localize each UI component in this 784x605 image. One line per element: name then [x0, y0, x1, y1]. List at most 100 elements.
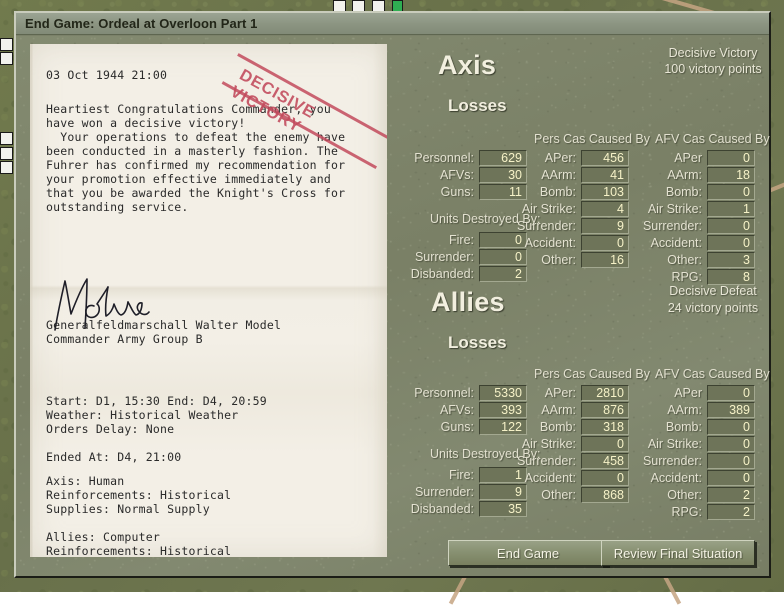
row-value[interactable]: 2 — [707, 504, 755, 520]
row-value[interactable]: 318 — [581, 419, 629, 435]
dialog-body: 03 Oct 1944 21:00 Heartiest Congratulati… — [16, 36, 769, 576]
table-row: AArm: 389 — [634, 401, 755, 418]
row-value[interactable]: 0 — [707, 385, 755, 401]
row-label: Air Strike: — [634, 202, 707, 216]
row-value[interactable]: 18 — [707, 167, 755, 183]
map-unit-chit — [0, 161, 13, 174]
table-row: Accident: 0 — [513, 234, 629, 251]
row-label: AArm: — [513, 403, 581, 417]
row-value[interactable]: 0 — [707, 419, 755, 435]
letter-scenario-params: Start: D1, 15:30 End: D4, 20:59 Weather:… — [46, 394, 267, 464]
row-label: AFVs: — [406, 168, 479, 182]
row-value[interactable]: 41 — [581, 167, 629, 183]
table-row: Disbanded: 2 — [406, 265, 527, 282]
row-value[interactable]: 0 — [581, 436, 629, 452]
table-row: Guns: 11 — [406, 183, 527, 200]
row-label: Other: — [513, 253, 581, 267]
row-label: Disbanded: — [406, 502, 479, 516]
row-label: RPG: — [634, 505, 707, 519]
row-label: Air Strike: — [513, 202, 581, 216]
row-label: Disbanded: — [406, 267, 479, 281]
row-label: Air Strike: — [634, 437, 707, 451]
row-value[interactable]: 458 — [581, 453, 629, 469]
end-game-dialog: End Game: Ordeal at Overloon Part 1 03 O… — [14, 11, 771, 578]
row-value[interactable]: 876 — [581, 402, 629, 418]
axis-heading: Axis — [438, 50, 496, 81]
map-unit-chit — [0, 38, 13, 51]
table-row: Other: 868 — [513, 486, 629, 503]
table-row: Bomb: 103 — [513, 183, 629, 200]
table-row: Other: 3 — [634, 251, 755, 268]
table-row: Accident: 0 — [634, 234, 755, 251]
letter-side-settings: Axis: Human Reinforcements: Historical S… — [46, 474, 231, 557]
row-value[interactable]: 103 — [581, 184, 629, 200]
signature-title: Commander Army Group B — [46, 332, 203, 346]
row-label: AArm: — [513, 168, 581, 182]
row-label: Guns: — [406, 420, 479, 434]
row-value[interactable]: 2 — [707, 487, 755, 503]
axis-verdict: Decisive Victory — [638, 46, 784, 60]
row-label: AArm: — [634, 403, 707, 417]
row-value[interactable]: 0 — [707, 184, 755, 200]
table-row: Air Strike: 4 — [513, 200, 629, 217]
table-row: Other: 16 — [513, 251, 629, 268]
table-row: Air Strike: 0 — [634, 435, 755, 452]
table-row: Personnel: 5330 — [406, 384, 527, 401]
row-label: APer: — [513, 151, 581, 165]
review-final-situation-button[interactable]: Review Final Situation — [601, 540, 755, 566]
allies-victory-points: 24 victory points — [638, 301, 784, 315]
row-label: Surrender: — [406, 250, 479, 264]
table-row: Accident: 0 — [513, 469, 629, 486]
row-value[interactable]: 0 — [707, 453, 755, 469]
row-value[interactable]: 456 — [581, 150, 629, 166]
row-value[interactable]: 0 — [707, 218, 755, 234]
row-value[interactable]: 389 — [707, 402, 755, 418]
row-value[interactable]: 4 — [581, 201, 629, 217]
row-value[interactable]: 0 — [707, 235, 755, 251]
row-label: Accident: — [634, 471, 707, 485]
row-value[interactable]: 3 — [707, 252, 755, 268]
row-label: Air Strike: — [513, 437, 581, 451]
row-value[interactable]: 9 — [581, 218, 629, 234]
row-label: Other: — [634, 253, 707, 267]
row-value[interactable]: 0 — [707, 436, 755, 452]
letter-body-text: Heartiest Congratulations Commander, you… — [46, 102, 345, 214]
row-value[interactable]: 1 — [707, 201, 755, 217]
table-row: APer: 2810 — [513, 384, 629, 401]
table-row: AArm: 41 — [513, 166, 629, 183]
table-row: RPG: 2 — [634, 503, 755, 520]
row-value[interactable]: 0 — [707, 150, 755, 166]
row-value[interactable]: 0 — [581, 235, 629, 251]
end-game-button[interactable]: End Game — [448, 540, 608, 566]
row-label: Personnel: — [406, 386, 479, 400]
row-label: AArm: — [634, 168, 707, 182]
allies-losses-heading: Losses — [448, 333, 507, 353]
table-row: APer: 456 — [513, 149, 629, 166]
table-row: Surrender: 9 — [406, 483, 527, 500]
row-value[interactable]: 2810 — [581, 385, 629, 401]
table-row: Disbanded: 35 — [406, 500, 527, 517]
victory-letter: 03 Oct 1944 21:00 Heartiest Congratulati… — [30, 44, 387, 557]
dialog-title: End Game: Ordeal at Overloon Part 1 — [25, 16, 258, 31]
row-value[interactable]: 0 — [707, 470, 755, 486]
row-label: Surrender: — [513, 219, 581, 233]
row-label: Surrender: — [406, 485, 479, 499]
row-label: APer — [634, 151, 707, 165]
axis-afv-cas-heading: AFV Cas Caused By — [655, 132, 770, 146]
row-value[interactable]: 16 — [581, 252, 629, 268]
table-row: AArm: 18 — [634, 166, 755, 183]
letter-date: 03 Oct 1944 21:00 — [46, 68, 167, 82]
row-value[interactable]: 0 — [581, 470, 629, 486]
row-value[interactable]: 868 — [581, 487, 629, 503]
letter-signature-block: Generalfeldmarschall Walter Model Comman… — [46, 318, 281, 346]
map-unit-chit — [0, 132, 13, 145]
table-row: APer 0 — [634, 149, 755, 166]
table-row: Air Strike: 1 — [634, 200, 755, 217]
table-row: Guns: 122 — [406, 418, 527, 435]
row-value[interactable]: 8 — [707, 269, 755, 285]
row-label: Accident: — [513, 236, 581, 250]
allies-heading: Allies — [431, 287, 505, 318]
row-label: Bomb: — [513, 420, 581, 434]
table-row: Surrender: 0 — [634, 217, 755, 234]
table-row: Surrender: 9 — [513, 217, 629, 234]
